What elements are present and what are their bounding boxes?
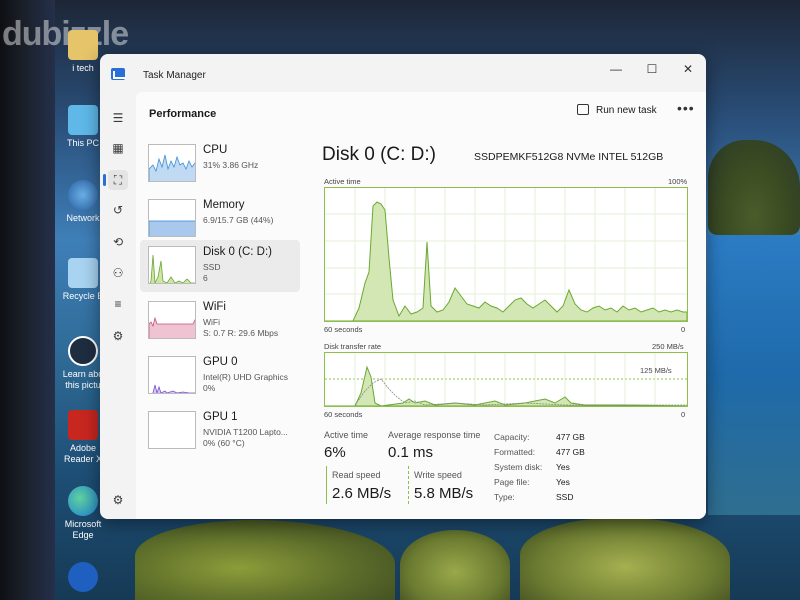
transfer-graph-right-label: 0 — [681, 410, 686, 419]
type-value: SSD — [556, 492, 574, 502]
page-header: Performance Run new task ••• — [136, 92, 706, 130]
screen-bezel — [0, 0, 55, 600]
nav-rail: ☰ ▦ ⛶ ↺ ⟲ ⚇ ≡ ⚙ ⚙ — [100, 92, 136, 519]
disk-title: Disk 0 (C: D:) — [322, 144, 436, 165]
users-icon[interactable]: ⚇ — [108, 263, 128, 283]
wallpaper-cliff — [520, 518, 730, 600]
gpu1-thumbnail — [148, 411, 196, 449]
write-speed-title: Write speed — [414, 470, 462, 480]
read-speed-separator — [326, 466, 327, 504]
device-list: CPU 31% 3.86 GHz Memory 6.9/15.7 GB (44%… — [136, 130, 304, 519]
settings-icon[interactable]: ⚙ — [108, 490, 128, 510]
read-speed-value: 2.6 MB/s — [332, 485, 392, 502]
capacity-key: Capacity: — [494, 432, 530, 442]
memory-mini-graph — [149, 220, 195, 236]
recycle-bin-icon — [68, 258, 98, 288]
transfer-rate-graph-plot — [325, 353, 688, 407]
run-new-task-label: Run new task — [596, 105, 657, 116]
write-rate-series — [354, 378, 687, 406]
device-wifi[interactable]: WiFi WiFi S: 0.7 R: 29.6 Mbps — [140, 295, 300, 347]
active-time-value: 6% — [324, 444, 346, 461]
more-options-button[interactable]: ••• — [677, 100, 695, 116]
network-icon — [68, 180, 98, 210]
monitor-icon — [68, 105, 98, 135]
active-time-title: Active time — [324, 430, 369, 440]
hamburger-icon[interactable]: ☰ — [108, 108, 128, 128]
services-icon[interactable]: ⚙ — [108, 326, 128, 346]
wifi-thumbnail — [148, 301, 196, 339]
disk-model: SSDPEMKF512G8 NVMe INTEL 512GB — [474, 151, 664, 163]
wallpaper-cliff — [400, 530, 510, 600]
formatted-key: Formatted: — [494, 447, 536, 457]
performance-content: CPU 31% 3.86 GHz Memory 6.9/15.7 GB (44%… — [136, 130, 706, 519]
read-speed-title: Read speed — [332, 470, 381, 480]
avg-response-value: 0.1 ms — [388, 444, 434, 461]
page-title: Performance — [149, 108, 217, 120]
formatted-value: 477 GB — [556, 447, 585, 457]
active-time-graph-right-label: 0 — [681, 325, 686, 334]
disk-mini-graph — [149, 254, 195, 283]
run-new-task-button[interactable]: Run new task — [577, 104, 657, 116]
transfer-rate-graph-label: Disk transfer rate — [324, 342, 382, 351]
performance-icon[interactable]: ⛶ — [103, 170, 128, 190]
transfer-rate-graph-max: 250 MB/s — [652, 342, 684, 351]
page-file-value: Yes — [556, 477, 570, 487]
read-rate-series — [325, 365, 688, 407]
wallpaper-water — [708, 235, 800, 515]
folder-icon — [68, 30, 98, 60]
transfer-rate-graph — [324, 352, 688, 407]
active-time-graph-left-label: 60 seconds — [324, 325, 363, 334]
device-disk-0[interactable]: Disk 0 (C: D:) SSD 6 — [140, 240, 300, 292]
window-title: Task Manager — [143, 70, 206, 81]
cpu-mini-graph — [149, 154, 195, 181]
run-task-icon — [577, 104, 589, 115]
page-file-key: Page file: — [494, 477, 530, 487]
system-disk-value: Yes — [556, 462, 570, 472]
cpu-thumbnail — [148, 144, 196, 182]
gpu0-mini-graph — [152, 384, 195, 393]
task-manager-window: Task Manager — ☐ ✕ ☰ ▦ ⛶ ↺ ⟲ ⚇ ≡ ⚙ ⚙ Per… — [100, 54, 706, 519]
capacity-value: 477 GB — [556, 432, 585, 442]
details-icon[interactable]: ≡ — [108, 294, 128, 314]
wallpaper-cliff — [708, 140, 800, 235]
wifi-mini-graph — [149, 316, 195, 338]
gpu0-thumbnail — [148, 356, 196, 394]
write-speed-value: 5.8 MB/s — [414, 485, 474, 502]
transfer-rate-graph-mid: 125 MB/s — [640, 366, 672, 375]
device-cpu[interactable]: CPU 31% 3.86 GHz — [140, 138, 300, 190]
active-time-graph-max: 100% — [668, 177, 688, 186]
desktop-icon-app[interactable] — [58, 562, 108, 595]
title-bar[interactable]: Task Manager — ☐ ✕ — [100, 54, 706, 92]
task-manager-icon — [111, 68, 125, 80]
app-history-icon[interactable]: ↺ — [108, 200, 128, 220]
write-speed-separator — [408, 466, 409, 504]
system-disk-key: System disk: — [494, 462, 543, 472]
close-button[interactable]: ✕ — [670, 58, 706, 80]
active-time-graph-label: Active time — [324, 177, 361, 186]
transfer-graph-left-label: 60 seconds — [324, 410, 363, 419]
device-gpu-0[interactable]: GPU 0 Intel(R) UHD Graphics 0% — [140, 350, 300, 402]
disk-thumbnail — [148, 246, 196, 284]
device-gpu-1[interactable]: GPU 1 NVIDIA T1200 Lapto... 0% (60 °C) — [140, 405, 300, 457]
camera-icon — [68, 336, 98, 366]
adobe-reader-icon — [68, 410, 98, 440]
type-key: Type: — [494, 492, 515, 502]
avg-response-title: Average response time — [388, 430, 481, 440]
active-time-graph-plot — [325, 188, 688, 322]
processes-icon[interactable]: ▦ — [108, 138, 128, 158]
device-memory[interactable]: Memory 6.9/15.7 GB (44%) — [140, 193, 300, 245]
app-icon — [68, 562, 98, 592]
startup-icon[interactable]: ⟲ — [108, 232, 128, 252]
maximize-button[interactable]: ☐ — [634, 58, 670, 80]
active-time-series — [325, 201, 688, 322]
edge-icon — [68, 486, 98, 516]
disk-detail-panel: Disk 0 (C: D:) SSDPEMKF512G8 NVMe INTEL … — [314, 130, 700, 519]
memory-thumbnail — [148, 199, 196, 237]
wallpaper-cliff — [135, 520, 395, 600]
active-time-graph — [324, 187, 688, 322]
minimize-button[interactable]: — — [598, 58, 634, 80]
